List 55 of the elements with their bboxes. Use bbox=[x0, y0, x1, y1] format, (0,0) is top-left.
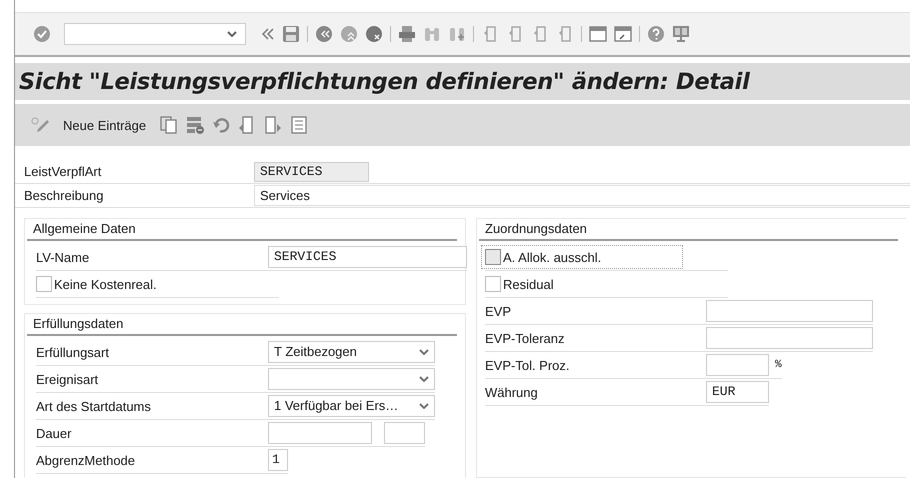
checkbox-option[interactable]: Keine Kostenreal. bbox=[36, 276, 161, 292]
field-label: EVP-Toleranz bbox=[485, 330, 566, 346]
input-field[interactable]: SERVICES bbox=[268, 246, 467, 268]
field-label: Art des Startdatums bbox=[36, 398, 152, 414]
field-label: Erfüllungsart bbox=[36, 344, 110, 360]
display-field: SERVICES bbox=[254, 162, 369, 182]
copy-icon[interactable] bbox=[160, 116, 178, 134]
unit-label: % bbox=[775, 359, 782, 371]
print-icon[interactable] bbox=[398, 25, 416, 43]
chevron-down-icon bbox=[227, 31, 237, 37]
chevron-down-icon bbox=[419, 349, 429, 355]
input-field[interactable] bbox=[706, 354, 769, 376]
group-title: Zuordnungsdaten bbox=[479, 221, 898, 241]
monitor-icon[interactable] bbox=[672, 25, 690, 43]
dropdown-field[interactable] bbox=[268, 368, 435, 390]
double-chevron-left-icon[interactable] bbox=[261, 28, 275, 40]
field-label: LV-Name bbox=[36, 250, 90, 264]
help-icon[interactable] bbox=[647, 25, 665, 43]
window-icon[interactable] bbox=[589, 25, 607, 43]
group-title: Erfüllungsdaten bbox=[27, 316, 457, 336]
back-icon[interactable] bbox=[315, 25, 333, 43]
list-icon[interactable] bbox=[290, 116, 308, 134]
input-field[interactable]: EUR bbox=[706, 381, 769, 403]
input-field[interactable] bbox=[384, 422, 425, 444]
chevron-down-icon bbox=[419, 376, 429, 382]
field-label: AbgrenzMethode bbox=[36, 452, 136, 468]
next-entry-icon[interactable] bbox=[264, 116, 282, 134]
undo-icon[interactable] bbox=[212, 116, 230, 134]
input-field[interactable] bbox=[706, 327, 873, 349]
dropdown-field[interactable]: T Zeitbezogen bbox=[268, 341, 435, 363]
window-icon[interactable] bbox=[614, 25, 632, 43]
input-field[interactable] bbox=[268, 422, 372, 444]
field-label: EVP-Tol. Proz. bbox=[485, 358, 571, 372]
input-field[interactable]: Services bbox=[254, 185, 910, 206]
save-icon[interactable] bbox=[282, 25, 300, 43]
field-label: Dauer bbox=[36, 426, 72, 440]
up-icon[interactable] bbox=[340, 25, 358, 43]
field-label: EVP bbox=[485, 304, 512, 318]
field-label: LeistVerpflArt bbox=[23, 164, 102, 179]
command-field[interactable] bbox=[64, 23, 246, 45]
input-field[interactable] bbox=[706, 300, 873, 322]
cancel-icon[interactable] bbox=[365, 25, 383, 43]
field-label: Währung bbox=[485, 384, 539, 400]
dropdown-field[interactable]: 1 Verfügbar bei Ers… bbox=[268, 395, 435, 417]
checkbox-option[interactable]: Residual bbox=[485, 276, 558, 292]
group-title: Allgemeine Daten bbox=[27, 221, 457, 241]
new-entries-button[interactable]: Neue Einträge bbox=[59, 116, 150, 134]
input-field[interactable]: 1 bbox=[268, 449, 288, 471]
chevron-down-icon bbox=[419, 403, 429, 409]
screen-title: Sicht "Leistungsverpflichtungen definieren" ändern: Detail bbox=[19, 68, 750, 94]
delete-row-icon[interactable] bbox=[186, 116, 204, 134]
field-label: Beschreibung bbox=[23, 188, 104, 203]
pencil-icon[interactable] bbox=[31, 116, 51, 134]
field-label: Ereignisart bbox=[36, 372, 100, 386]
checkmark-icon[interactable] bbox=[33, 25, 51, 43]
